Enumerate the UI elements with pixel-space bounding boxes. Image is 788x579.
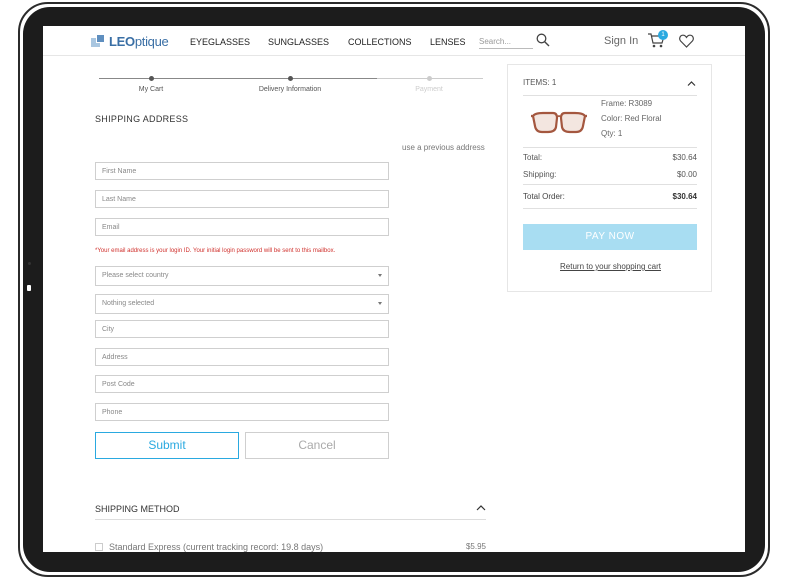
pay-now-button[interactable]: PAY NOW [523,224,697,250]
shipping-option-price: $5.95 [465,542,486,551]
shipping-address-title: SHIPPING ADDRESS [95,114,189,124]
caret-down-icon [378,274,382,277]
items-count: ITEMS: 1 [523,78,557,87]
summary-total-value: $30.64 [672,153,697,162]
heart-icon[interactable] [679,34,694,48]
search-input[interactable]: Search... [479,35,533,49]
cancel-button[interactable]: Cancel [245,432,389,459]
product-color: Color: Red Floral [601,114,662,123]
step-label-cart[interactable]: My Cart [139,86,164,93]
caret-down-icon [378,302,382,305]
summary-shipping-value: $0.00 [676,170,697,179]
product-frame: Frame: R3089 [601,99,653,108]
checkout-progress: My Cart Delivery Information Payment [99,76,483,98]
phone-field[interactable]: Phone [95,403,389,421]
divider [523,208,697,209]
summary-order-label: Total Order: [523,192,565,201]
country-select[interactable]: Please select country [95,266,389,286]
post-code-field[interactable]: Post Code [95,375,389,393]
address-field[interactable]: Address [95,348,389,366]
summary-order-row: Total Order: $30.64 [523,192,697,201]
nav-eyeglasses[interactable]: EYEGLASSES [190,37,250,47]
step-dot-delivery [288,76,293,81]
shipping-option-label: Standard Express (current tracking recor… [109,542,324,552]
chevron-up-icon[interactable] [687,80,696,87]
side-indicator [27,285,31,291]
nav-collections[interactable]: COLLECTIONS [348,37,412,47]
last-name-field[interactable]: Last Name [95,190,389,208]
sign-in-link[interactable]: Sign In [604,35,638,47]
screen: LEOptique EYEGLASSES SUNGLASSES COLLECTI… [43,26,745,552]
divider [523,147,697,148]
chevron-up-icon[interactable] [476,504,486,512]
logo-mark-icon [91,33,107,49]
product-qty: Qty: 1 [601,129,623,138]
nav-lenses[interactable]: LENSES [430,37,466,47]
city-field[interactable]: City [95,320,389,338]
step-dot-payment [427,76,432,81]
cart-count-badge: 1 [658,30,668,40]
first-name-field[interactable]: First Name [95,162,389,180]
site-header: LEOptique EYEGLASSES SUNGLASSES COLLECTI… [43,26,745,56]
summary-order-value: $30.64 [672,192,697,201]
email-field[interactable]: Email [95,218,389,236]
step-label-delivery: Delivery Information [258,86,322,93]
summary-shipping-row: Shipping: $0.00 [523,170,697,179]
summary-total-row: Total: $30.64 [523,153,697,162]
shipping-option-checkbox[interactable] [95,543,103,551]
camera-dot [28,262,31,265]
state-select[interactable]: Nothing selected [95,294,389,314]
nav-sunglasses[interactable]: SUNGLASSES [268,37,329,47]
order-summary-panel: ITEMS: 1 Frame: R3089 Color: Red Floral … [507,64,712,292]
logo[interactable]: LEOptique [91,31,169,51]
search-icon[interactable] [536,33,550,47]
previous-address-link[interactable]: use a previous address [402,143,485,152]
step-label-payment: Payment [415,86,443,93]
divider [523,184,697,185]
summary-total-label: Total: [523,153,543,162]
eyeglasses-product-image [531,111,587,134]
progress-line-done [99,78,377,79]
state-select-value: Nothing selected [102,300,155,307]
summary-shipping-label: Shipping: [523,170,557,179]
submit-button[interactable]: Submit [95,432,239,459]
shipping-method-title: SHIPPING METHOD [95,504,180,514]
divider [95,519,486,520]
email-hint: *Your email address is your login ID. Yo… [95,248,336,254]
logo-text: LEOptique [109,33,169,49]
divider [523,95,697,96]
step-dot-cart [149,76,154,81]
return-to-cart-link[interactable]: Return to your shopping cart [508,262,713,271]
country-select-value: Please select country [102,272,169,279]
